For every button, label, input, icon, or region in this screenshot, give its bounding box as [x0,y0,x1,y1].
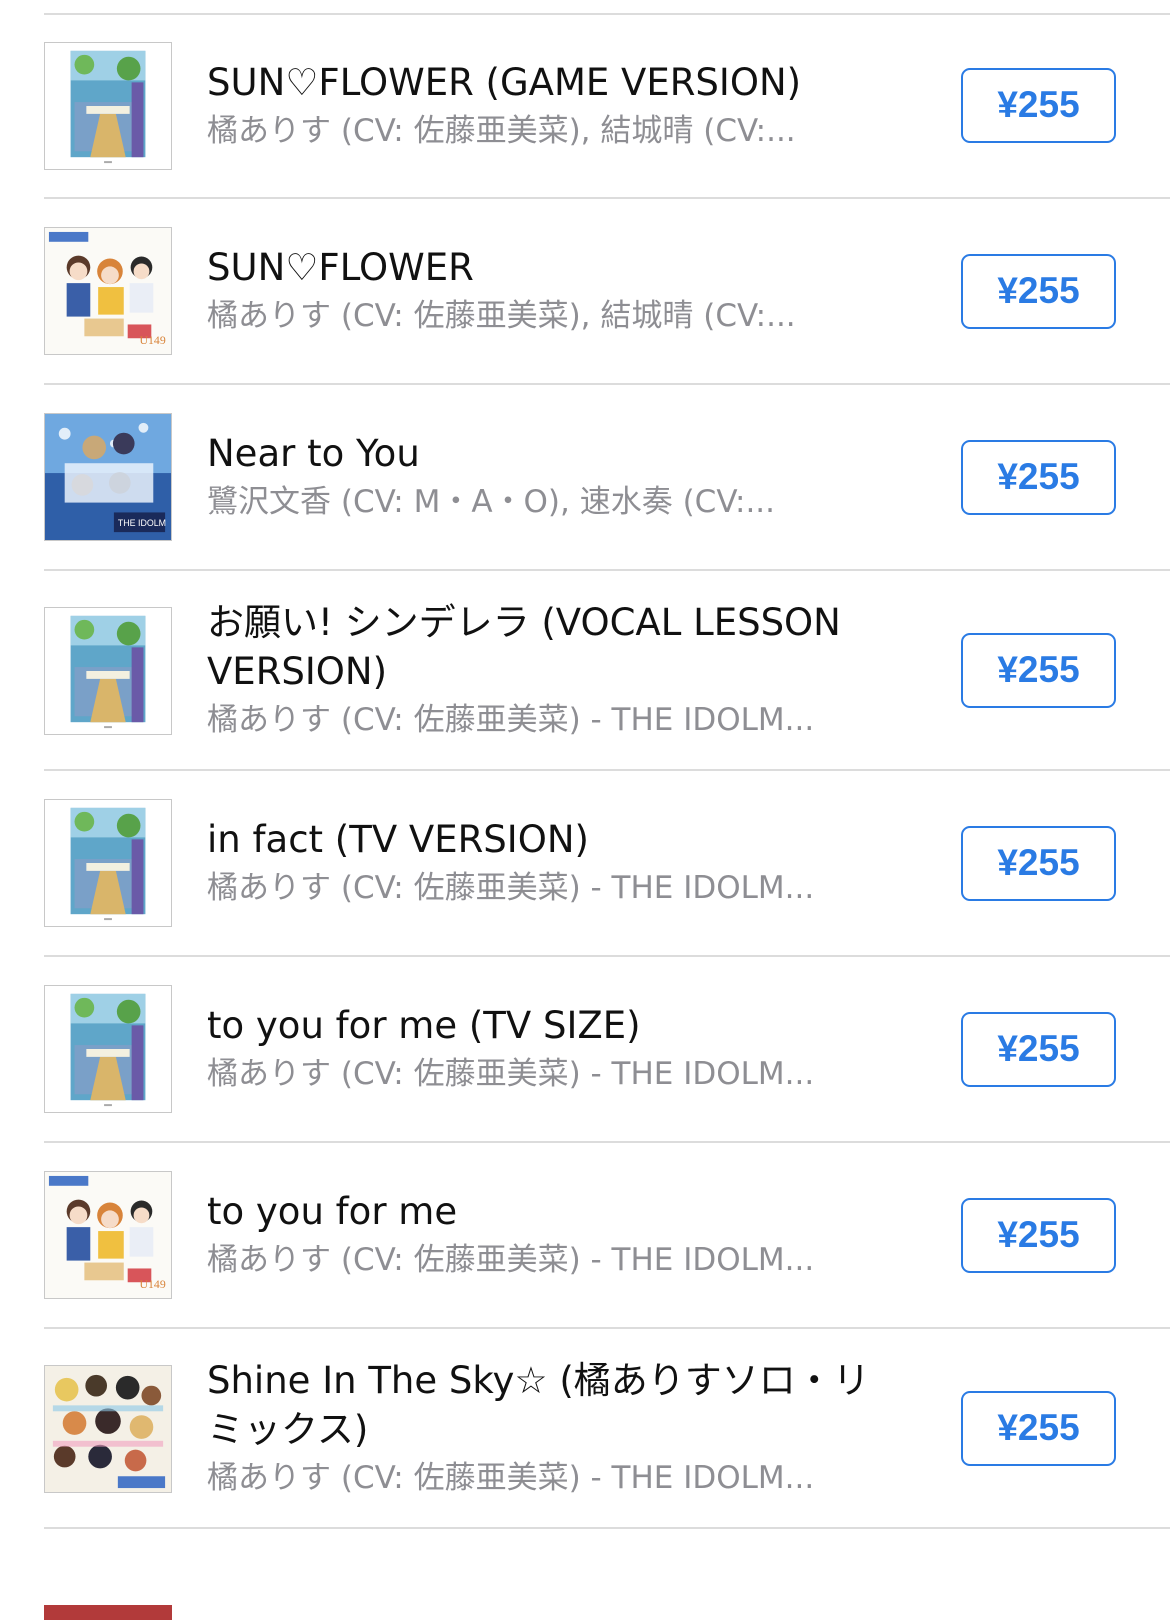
song-artist: 橘ありす (CV: 佐藤亜美菜) - THE IDOLM... [207,870,815,906]
svg-text:U149: U149 [140,1277,166,1291]
song-text: to you for me (TV SIZE) 橘ありす (CV: 佐藤亜美菜)… [207,1001,887,1098]
song-row[interactable]: THE IDOLM Near to You 鷺沢文香 (CV: M・A・O), … [0,385,1170,571]
song-row[interactable]: SUN♡FLOWER (GAME VERSION) 橘ありす (CV: 佐藤亜美… [0,15,1170,199]
album-art-u149: U149 [44,227,172,355]
svg-text:THE IDOLM: THE IDOLM [118,518,166,528]
song-title: SUN♡FLOWER [207,246,474,289]
song-artist: 橘ありす (CV: 佐藤亜美菜) - THE IDOLM... [207,1242,815,1278]
song-title: SUN♡FLOWER (GAME VERSION) [207,61,802,104]
song-text: SUN♡FLOWER (GAME VERSION) 橘ありす (CV: 佐藤亜美… [207,58,887,155]
album-art-soundtrack [44,985,172,1113]
song-row[interactable]: Shine In The Sky☆ (橘ありすソロ・リミックス) 橘ありす (C… [0,1329,1170,1529]
svg-text:U149: U149 [140,333,166,347]
song-artist: 橘ありす (CV: 佐藤亜美菜) - THE IDOLM... [207,702,815,738]
song-artist: 橘ありす (CV: 佐藤亜美菜) - THE IDOLM... [207,1056,815,1092]
song-title: in fact (TV VERSION) [207,818,589,861]
song-text: Shine In The Sky☆ (橘ありすソロ・リミックス) 橘ありす (C… [207,1356,887,1502]
song-title: to you for me (TV SIZE) [207,1004,641,1047]
separator [44,1527,1170,1529]
song-text: to you for me 橘ありす (CV: 佐藤亜美菜) - THE IDO… [207,1187,887,1284]
song-row[interactable]: お願い! シンデレラ (VOCAL LESSON VERSION) 橘ありす (… [0,571,1170,771]
song-title: Shine In The Sky☆ (橘ありすソロ・リミックス) [207,1359,870,1451]
price-button[interactable]: ¥255 [961,1012,1116,1087]
song-row[interactable]: U149 to you for me 橘ありす (CV: 佐藤亜美菜) - TH… [0,1143,1170,1329]
song-row[interactable]: in fact (TV VERSION) 橘ありす (CV: 佐藤亜美菜) - … [0,771,1170,957]
album-art-blue-group: THE IDOLM [44,413,172,541]
price-button[interactable]: ¥255 [961,68,1116,143]
price-button[interactable]: ¥255 [961,633,1116,708]
price-button[interactable]: ¥255 [961,440,1116,515]
album-art-soundtrack [44,42,172,170]
song-artist: 橘ありす (CV: 佐藤亜美菜), 結城晴 (CV:... [207,298,796,334]
song-text: お願い! シンデレラ (VOCAL LESSON VERSION) 橘ありす (… [207,598,887,744]
song-artist: 橘ありす (CV: 佐藤亜美菜), 結城晴 (CV:... [207,113,796,149]
song-title: お願い! シンデレラ (VOCAL LESSON VERSION) [207,601,841,693]
price-button[interactable]: ¥255 [961,1391,1116,1466]
song-artist: 鷺沢文香 (CV: M・A・O), 速水奏 (CV:... [207,484,776,520]
song-text: SUN♡FLOWER 橘ありす (CV: 佐藤亜美菜), 結城晴 (CV:... [207,243,887,340]
song-row[interactable]: U149 SUN♡FLOWER 橘ありす (CV: 佐藤亜美菜), 結城晴 (C… [0,199,1170,385]
album-art-soundtrack [44,799,172,927]
price-button[interactable]: ¥255 [961,1198,1116,1273]
album-art-crowd [44,1365,172,1493]
price-button[interactable]: ¥255 [961,254,1116,329]
price-button[interactable]: ¥255 [961,826,1116,901]
album-art-u149: U149 [44,1171,172,1299]
song-title: to you for me [207,1190,458,1233]
album-art-soundtrack [44,607,172,735]
album-art-partial [44,1605,172,1620]
song-row[interactable]: to you for me (TV SIZE) 橘ありす (CV: 佐藤亜美菜)… [0,957,1170,1143]
song-text: in fact (TV VERSION) 橘ありす (CV: 佐藤亜美菜) - … [207,815,887,912]
song-text: Near to You 鷺沢文香 (CV: M・A・O), 速水奏 (CV:..… [207,429,887,526]
song-title: Near to You [207,432,420,475]
song-artist: 橘ありす (CV: 佐藤亜美菜) - THE IDOLM... [207,1460,815,1496]
